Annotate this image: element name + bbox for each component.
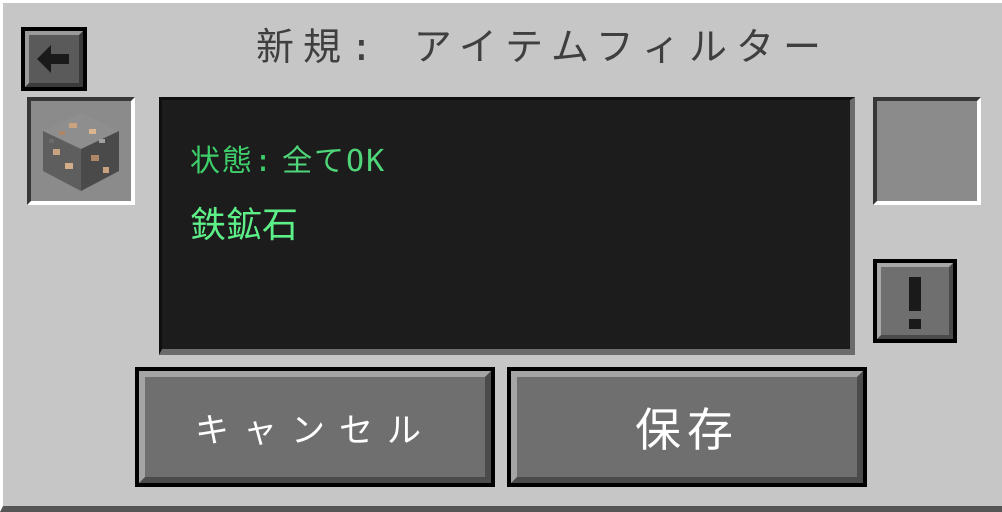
output-item-slot[interactable] [873, 97, 981, 205]
input-item-slot[interactable] [27, 97, 135, 205]
filter-item-name: 鉄鉱石 [190, 205, 299, 246]
iron-ore-block-icon [43, 113, 119, 191]
page-title: 新規: アイテムフィルター [256, 25, 830, 69]
back-button[interactable] [21, 27, 87, 91]
save-button-label: 保存 [635, 403, 739, 457]
warning-button[interactable] [873, 259, 957, 343]
arrow-left-icon [37, 45, 69, 73]
status-label: 状態: [190, 144, 275, 179]
filter-display-screen: 状態: 全てOK 鉄鉱石 [159, 97, 855, 355]
status-value: 全てOK [282, 144, 387, 179]
status-line: 状態: 全てOK [190, 136, 386, 180]
dialog-panel: 新規: アイテムフィルター 状態: 全てOK 鉄鉱石 キャンセル 保存 [0, 0, 1002, 512]
exclamation-icon [909, 277, 921, 329]
cancel-button-label: キャンセル [195, 410, 435, 451]
cancel-button[interactable]: キャンセル [135, 367, 495, 487]
save-button[interactable]: 保存 [507, 367, 867, 487]
